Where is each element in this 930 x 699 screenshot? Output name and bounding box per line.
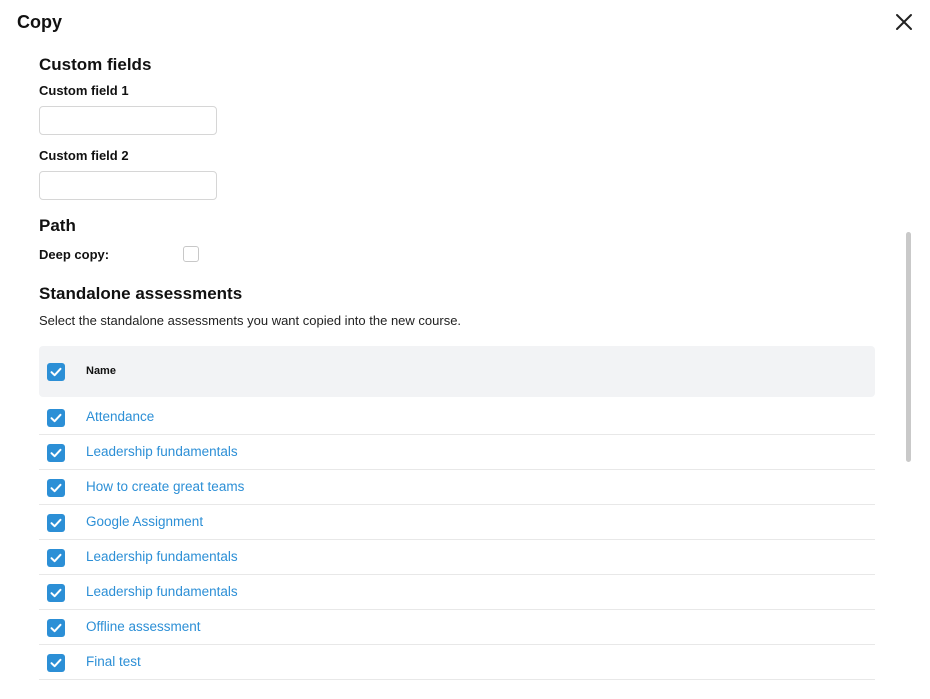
table-row: Leadership fundamentals [39, 435, 875, 470]
check-icon [50, 448, 62, 458]
check-icon [50, 623, 62, 633]
row-checkbox[interactable] [47, 514, 65, 532]
table-row: How to create great teams [39, 470, 875, 505]
scrollbar[interactable] [906, 232, 911, 462]
deep-copy-label: Deep copy: [39, 247, 110, 262]
check-icon [50, 367, 62, 377]
standalone-assessments-title: Standalone assessments [39, 284, 243, 303]
custom-field-2-input[interactable] [39, 171, 217, 200]
standalone-assessments-description: Select the standalone assessments you wa… [39, 313, 462, 328]
row-checkbox[interactable] [47, 549, 65, 567]
assessment-link[interactable]: Leadership fundamentals [86, 584, 238, 599]
check-icon [50, 588, 62, 598]
check-icon [50, 658, 62, 668]
table-row: Attendance [39, 400, 875, 435]
deep-copy-checkbox[interactable] [183, 246, 199, 262]
path-title: Path [39, 216, 76, 235]
row-checkbox[interactable] [47, 444, 65, 462]
assessment-link[interactable]: Leadership fundamentals [86, 549, 238, 564]
table-row: Final test [39, 645, 875, 680]
table-row: Leadership fundamentals [39, 540, 875, 575]
custom-fields-title: Custom fields [39, 55, 152, 74]
assessment-link[interactable]: Google Assignment [86, 514, 203, 529]
row-checkbox[interactable] [47, 409, 65, 427]
assessment-link[interactable]: Final test [86, 654, 141, 669]
assessment-link[interactable]: Offline assessment [86, 619, 201, 634]
close-icon[interactable] [892, 10, 916, 34]
row-checkbox[interactable] [47, 479, 65, 497]
select-all-checkbox[interactable] [47, 363, 65, 381]
check-icon [50, 553, 62, 563]
table-header: Name [39, 346, 875, 397]
column-header-name: Name [86, 365, 116, 377]
check-icon [50, 483, 62, 493]
row-checkbox[interactable] [47, 619, 65, 637]
table-row: Offline assessment [39, 610, 875, 645]
row-checkbox[interactable] [47, 584, 65, 602]
table-row: Google Assignment [39, 505, 875, 540]
assessment-link[interactable]: Attendance [86, 409, 154, 424]
assessment-link[interactable]: How to create great teams [86, 479, 244, 494]
check-icon [50, 413, 62, 423]
custom-field-1-input[interactable] [39, 106, 217, 135]
assessment-link[interactable]: Leadership fundamentals [86, 444, 238, 459]
copy-dialog: Copy Custom fields Custom field 1 Custom… [0, 0, 930, 699]
check-icon [50, 518, 62, 528]
table-row: Leadership fundamentals [39, 575, 875, 610]
custom-field-2-label: Custom field 2 [39, 148, 129, 163]
dialog-title: Copy [17, 12, 62, 32]
row-checkbox[interactable] [47, 654, 65, 672]
custom-field-1-label: Custom field 1 [39, 83, 129, 98]
